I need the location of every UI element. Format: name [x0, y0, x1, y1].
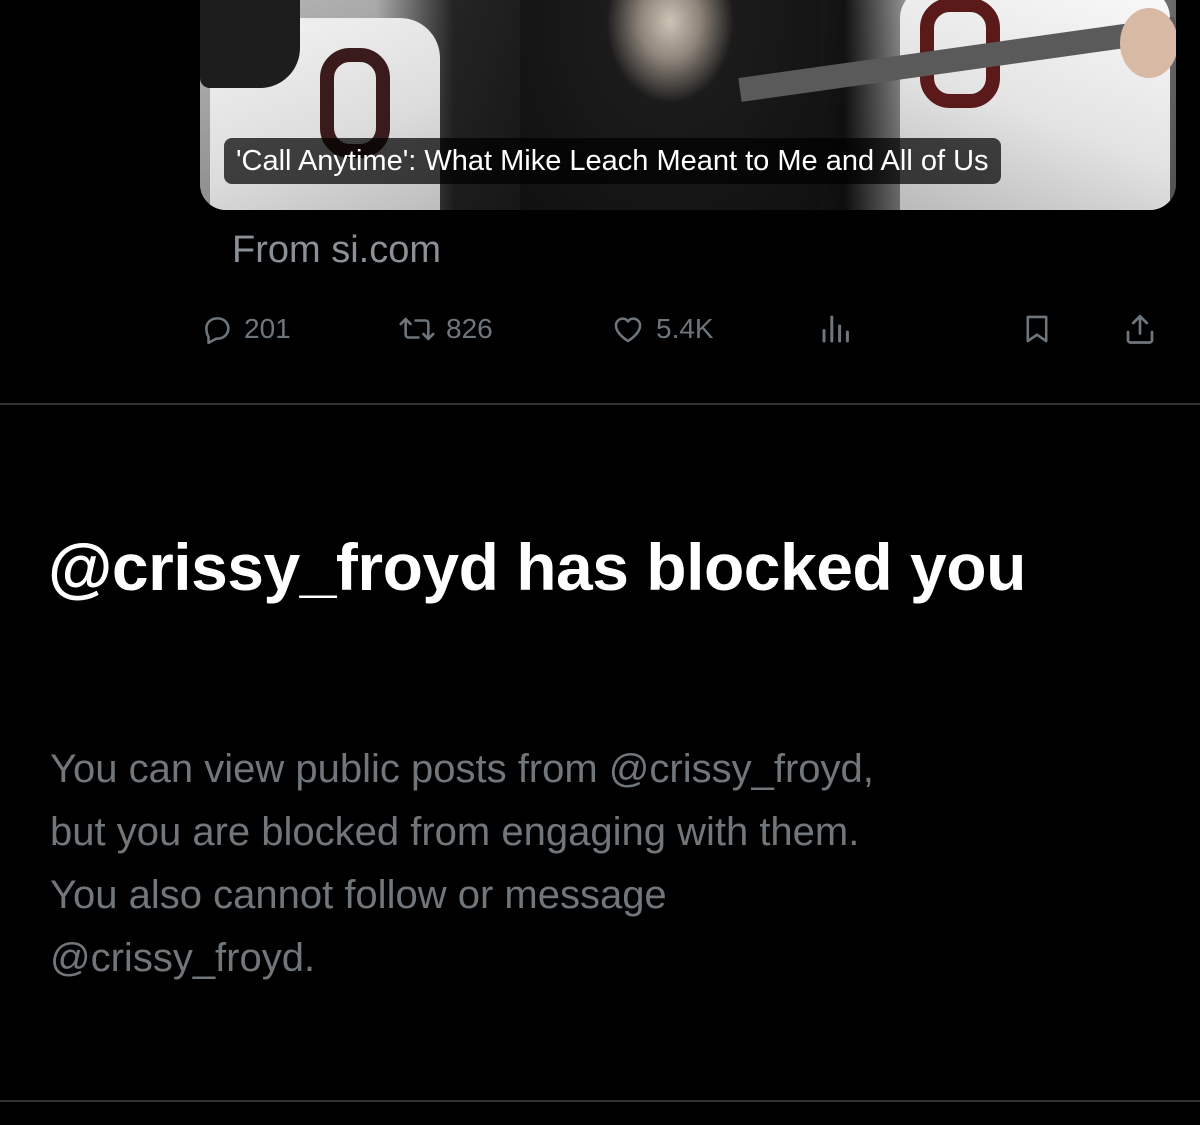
blocked-description-line: but you are blocked from engaging with t…	[50, 810, 860, 854]
views-chart-icon	[818, 311, 854, 347]
share-icon	[1122, 311, 1158, 347]
blocked-description: You can view public posts from @crissy_f…	[50, 738, 1150, 990]
like-count: 5.4K	[656, 313, 714, 344]
link-preview-card[interactable]: 'Call Anytime': What Mike Leach Meant to…	[200, 0, 1176, 210]
blocked-description-line: You can view public posts from @crissy_f…	[50, 747, 874, 791]
share-button[interactable]	[1122, 306, 1158, 352]
section-divider	[0, 403, 1200, 405]
views-button[interactable]	[818, 306, 854, 352]
post-action-bar: 201 826 5.4K	[200, 306, 1180, 352]
link-preview-title: 'Call Anytime': What Mike Leach Meant to…	[224, 138, 1001, 184]
blocked-title: @crissy_froyd has blocked you	[48, 530, 1026, 604]
like-button[interactable]: 5.4K	[610, 306, 714, 352]
bookmark-button[interactable]	[1020, 306, 1054, 352]
link-source[interactable]: From si.com	[232, 226, 441, 274]
blocked-description-line: You also cannot follow or message	[50, 873, 667, 917]
section-divider	[0, 1100, 1200, 1102]
blocked-description-line: @crissy_froyd.	[50, 936, 316, 980]
blocked-post-view: 'Call Anytime': What Mike Leach Meant to…	[0, 0, 1200, 1125]
repost-button[interactable]: 826	[398, 306, 493, 352]
repost-icon	[398, 312, 436, 346]
camera-figure	[200, 0, 300, 88]
reply-icon	[200, 312, 234, 346]
heart-icon	[610, 312, 646, 346]
repost-count: 826	[446, 313, 493, 344]
reply-count: 201	[244, 313, 291, 344]
player-face-right	[1120, 8, 1176, 78]
reply-button[interactable]: 201	[200, 306, 291, 352]
bookmark-icon	[1020, 312, 1054, 346]
